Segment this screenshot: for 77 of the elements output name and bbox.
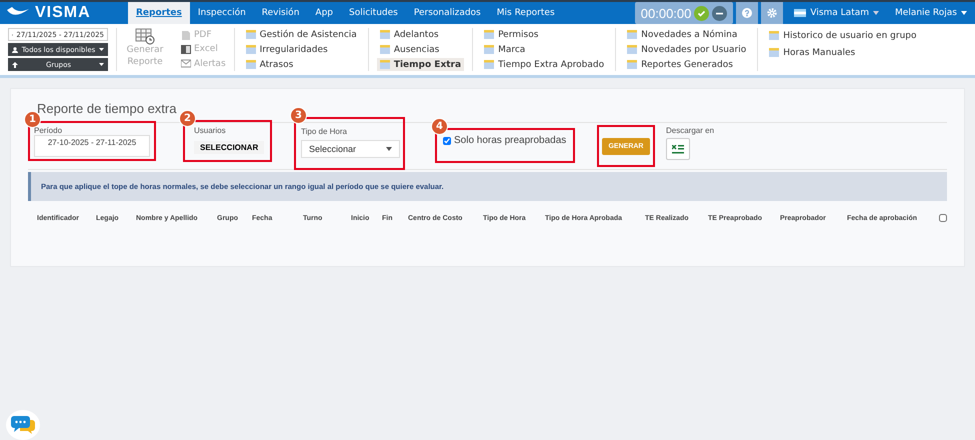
report-menu-item[interactable]: Adelantos (376, 28, 464, 41)
folder-icon (484, 30, 494, 39)
report-menu-item[interactable]: Tiempo Extra Aprobado (481, 58, 608, 71)
chat-button[interactable] (6, 410, 40, 440)
report-menu-item[interactable]: Irregularidades (242, 43, 360, 56)
field-label: Tipo de Hora (301, 127, 348, 136)
settings-button[interactable] (761, 2, 784, 24)
caret-icon (99, 63, 104, 66)
select-all-checkbox[interactable] (939, 214, 947, 222)
spreadsheet-icon (181, 44, 191, 55)
pdf-icon (181, 30, 191, 41)
select-field[interactable]: Seleccionar (301, 140, 400, 158)
folder-icon (246, 45, 256, 54)
callout-number: 2 (179, 110, 196, 127)
help-button[interactable] (736, 2, 758, 24)
folder-icon (484, 45, 494, 54)
excel-download-button[interactable] (666, 138, 690, 160)
report-menu-item[interactable]: Historico de usuario en grupo (766, 28, 920, 43)
folder-icon (380, 60, 390, 69)
company-menu[interactable]: Visma Latam (786, 2, 888, 24)
folder-icon (627, 30, 638, 39)
folder-icon (627, 60, 638, 69)
callout-number: 4 (431, 118, 448, 135)
help-icon (742, 8, 752, 18)
callout-number: 1 (24, 111, 41, 128)
report-menu-item[interactable]: Gestión de Asistencia (242, 28, 360, 41)
nav-tab[interactable]: Inspección (190, 2, 254, 24)
select-button[interactable]: SELECCIONAR (194, 141, 264, 154)
report-menu-item[interactable]: Permisos (481, 28, 608, 41)
nav-tab[interactable]: Revisión (254, 2, 308, 24)
person-icon (12, 46, 18, 52)
callout-number: 3 (290, 107, 307, 124)
report-menu-item[interactable]: Atrasos (242, 58, 360, 71)
checkbox-label: Solo horas preaprobadas (454, 135, 566, 146)
folder-icon (627, 45, 638, 54)
download-label: Descargar en (666, 126, 714, 135)
report-menu-item[interactable]: Tiempo Extra (376, 58, 464, 71)
chat-bubbles-icon (11, 415, 35, 435)
folder-icon (769, 48, 780, 57)
report-menu-item[interactable]: Ausencias (376, 43, 464, 56)
field-label: Período (34, 126, 64, 135)
minus-icon (712, 6, 728, 20)
nav-tab[interactable]: App (307, 2, 341, 24)
folder-icon (246, 60, 256, 69)
caret-icon (873, 11, 880, 15)
folder-icon (380, 30, 390, 39)
envelope-icon (181, 58, 191, 70)
nav-tab[interactable]: Reportes (128, 2, 190, 24)
spreadsheet-icon (672, 144, 684, 154)
company-name: Visma Latam (810, 8, 870, 18)
folder-icon (246, 30, 256, 39)
caret-icon (99, 48, 104, 51)
logo-text: VISMA (35, 4, 91, 22)
report-menu-item[interactable]: Horas Manuales (766, 45, 920, 60)
arrow-up-icon (12, 62, 18, 68)
report-menu-item[interactable]: Reportes Generados (624, 58, 750, 71)
nav-tab[interactable]: Personalizados (406, 2, 489, 24)
check-icon (694, 6, 710, 20)
folder-icon (380, 45, 390, 54)
user-menu[interactable]: Melanie Rojas (887, 2, 975, 24)
checkbox[interactable] (443, 137, 451, 145)
report-menu-item[interactable]: Marca (481, 43, 608, 56)
user-name: Melanie Rojas (895, 8, 957, 18)
field-label: Usuarios (194, 126, 227, 135)
caret-icon (386, 147, 392, 151)
nav-tab[interactable]: Solicitudes (341, 2, 406, 24)
flag-icon (794, 9, 806, 17)
report-menu-item[interactable]: Novedades a Nómina (624, 28, 750, 41)
timer-text: 00:00:00 (640, 6, 692, 20)
table-clock-icon (135, 28, 155, 45)
folder-icon (769, 31, 780, 40)
report-menu-item[interactable]: Novedades por Usuario (624, 43, 750, 56)
nav-tab[interactable]: Mis Reportes (488, 2, 563, 24)
date-range-field[interactable]: 27-10-2025 - 27-11-2025 (34, 135, 150, 157)
folder-icon (484, 60, 494, 69)
caret-icon (961, 11, 967, 15)
settings-icon (767, 8, 778, 18)
